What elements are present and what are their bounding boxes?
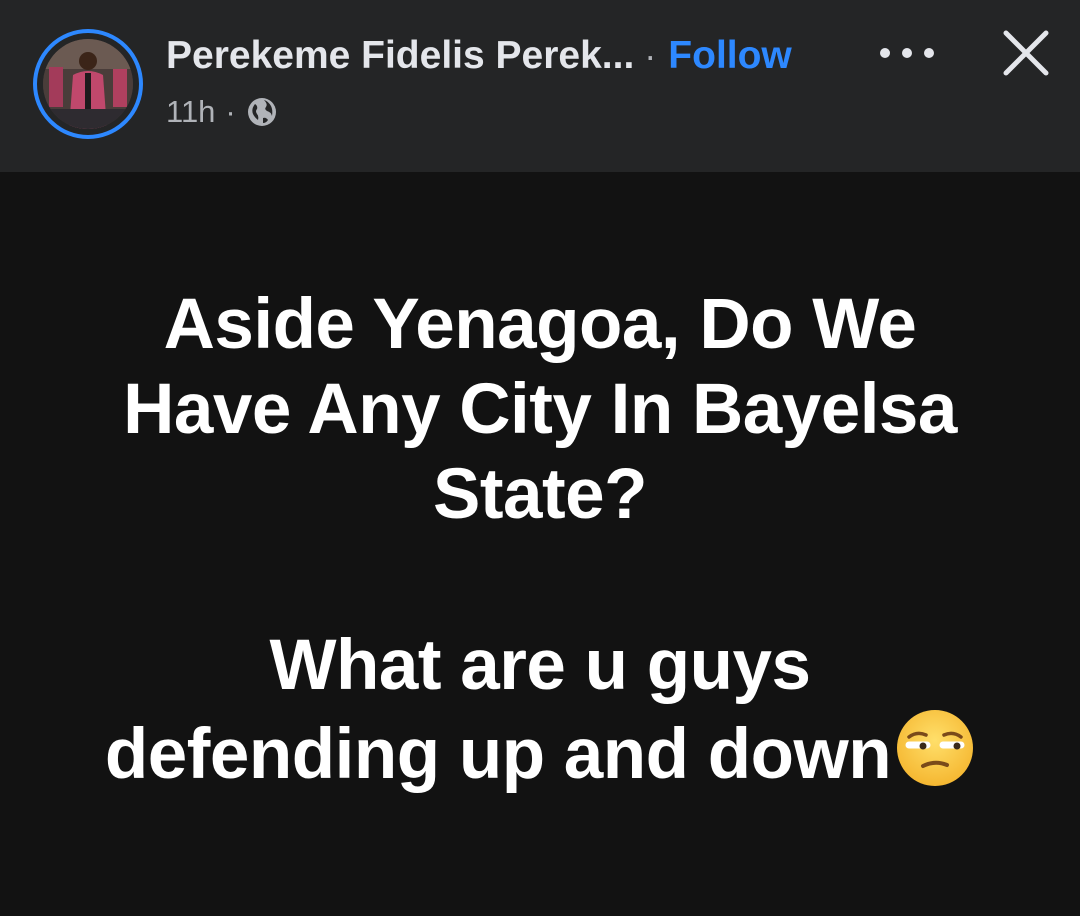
separator: · [644, 35, 657, 76]
meta-separator: · [225, 94, 236, 129]
post-text-line: Have Any City In Bayelsa [123, 370, 957, 449]
avatar-photo [43, 39, 133, 129]
post-text: Aside Yenagoa, Do We Have Any City In Ba… [40, 282, 1040, 797]
more-dot [902, 48, 912, 58]
post-text-line: defending up and down [40, 708, 1040, 797]
post-text-segment: defending up and down [104, 715, 892, 794]
post-text-line: What are u guys [269, 626, 811, 705]
more-dot [880, 48, 890, 58]
more-options-button[interactable] [876, 36, 938, 70]
story-ring[interactable] [33, 29, 143, 139]
post-meta: 11h · [166, 92, 278, 132]
follow-button[interactable]: Follow [668, 34, 791, 78]
post-text-line: Aside Yenagoa, Do We [163, 285, 917, 364]
author-row: Perekeme Fidelis Perek... · Follow [166, 32, 792, 80]
unamused-face-emoji [897, 710, 974, 786]
post-text-line: State? [433, 455, 648, 534]
author-name[interactable]: Perekeme Fidelis Perek... [166, 34, 634, 78]
close-icon[interactable] [1000, 27, 1052, 79]
avatar[interactable] [43, 39, 133, 129]
post-header: Perekeme Fidelis Perek... · Follow 11h · [0, 0, 1080, 172]
globe-icon[interactable] [246, 96, 278, 128]
more-dot [924, 48, 934, 58]
post-timestamp[interactable]: 11h [166, 94, 215, 130]
post-body: Aside Yenagoa, Do We Have Any City In Ba… [0, 172, 1080, 916]
